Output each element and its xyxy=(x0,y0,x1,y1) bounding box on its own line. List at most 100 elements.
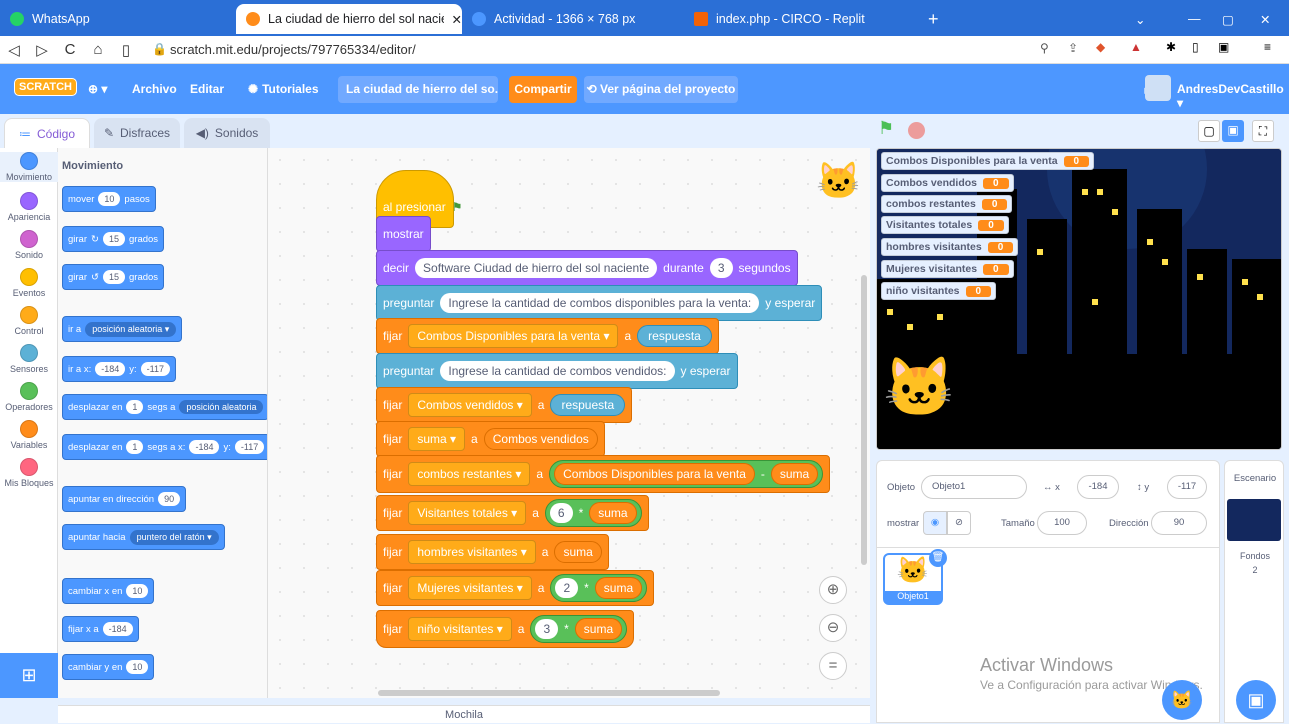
variable-reporter[interactable]: suma xyxy=(594,577,643,599)
zoom-icon[interactable]: ⚲ xyxy=(1040,41,1049,55)
subtract-operator[interactable]: Combos Disponibles para la venta - suma xyxy=(549,460,824,488)
variable-reporter[interactable]: suma xyxy=(554,541,602,563)
x-input[interactable]: -184 xyxy=(1077,475,1119,499)
block-input[interactable]: -184 xyxy=(189,440,220,454)
block-ir-a-xy[interactable]: ir a x: -184 y: -117 xyxy=(62,356,176,382)
tab-whatsapp[interactable]: WhatsApp xyxy=(0,4,236,34)
project-title-input[interactable]: La ciudad de hierro del so... xyxy=(338,76,498,103)
tab-scratch[interactable]: La ciudad de hierro del sol nacien ✕ xyxy=(236,4,462,34)
block-input[interactable]: 1 xyxy=(126,440,144,454)
multiply-operator[interactable]: 6 * suma xyxy=(544,499,642,527)
backpack-bar[interactable]: Mochila xyxy=(58,705,870,723)
zoom-reset-button[interactable]: = xyxy=(819,652,847,680)
menu-editar[interactable]: Editar xyxy=(190,64,224,114)
block-dropdown[interactable]: posición aleatoria xyxy=(179,400,264,414)
close-window-icon[interactable]: ✕ xyxy=(1250,4,1280,34)
minimize-icon[interactable]: — xyxy=(1178,4,1208,34)
avatar[interactable] xyxy=(1145,75,1171,101)
show-eye-icon[interactable]: ◉ xyxy=(923,511,947,535)
block-fijar-combos-disp[interactable]: fijar Combos Disponibles para la venta ▾… xyxy=(376,318,719,354)
category-control[interactable]: Control xyxy=(0,306,58,336)
block-input[interactable]: 15 xyxy=(102,270,125,284)
multiply-operator[interactable]: 2 * suma xyxy=(550,574,648,602)
stop-button[interactable] xyxy=(908,122,925,139)
size-input[interactable]: 100 xyxy=(1037,511,1087,535)
tab-replit[interactable]: index.php - CIRCO - Replit xyxy=(684,4,906,34)
tab-disfraces[interactable]: ✎ Disfraces xyxy=(94,118,180,148)
category-operadores[interactable]: Operadores xyxy=(0,382,58,412)
y-input[interactable]: -117 xyxy=(1167,475,1207,499)
block-mover[interactable]: mover 10 pasos xyxy=(62,186,156,212)
block-input[interactable]: 10 xyxy=(126,584,149,598)
block-dropdown[interactable]: puntero del ratón ▾ xyxy=(129,529,219,545)
small-stage-button[interactable]: ▢ xyxy=(1198,120,1220,142)
bookmark-icon[interactable]: ▯ xyxy=(112,41,140,59)
variable-dropdown[interactable]: suma ▾ xyxy=(408,427,466,451)
add-extension-button[interactable]: ⊞ xyxy=(0,653,58,698)
variable-dropdown[interactable]: niño visitantes ▾ xyxy=(408,617,512,641)
block-input[interactable]: -117 xyxy=(140,362,170,376)
monitor-visitantes-totales[interactable]: Visitantes totales 0 xyxy=(881,216,1009,234)
monitor-hombres-visitantes[interactable]: hombres visitantes 0 xyxy=(881,238,1019,256)
block-cambiar-x[interactable]: cambiar x en 10 xyxy=(62,578,155,604)
brave-rewards-icon[interactable]: ▲ xyxy=(1130,40,1142,54)
category-movimiento[interactable]: Movimiento xyxy=(0,152,58,182)
block-input[interactable]: 3 xyxy=(709,258,733,278)
block-input[interactable]: Software Ciudad de hierro del sol nacien… xyxy=(415,258,658,278)
vertical-scrollbar[interactable] xyxy=(861,275,867,565)
block-desplazar-xy[interactable]: desplazar en 1 segs a x: -184 y: -117 xyxy=(62,434,267,460)
add-sprite-button[interactable]: 🐱 xyxy=(1162,680,1202,720)
variable-dropdown[interactable]: combos restantes ▾ xyxy=(408,462,531,486)
variable-reporter[interactable]: Combos vendidos xyxy=(483,428,598,450)
block-input[interactable]: 3 xyxy=(535,619,559,639)
tab-sonidos[interactable]: ◀) Sonidos xyxy=(184,118,270,148)
category-eventos[interactable]: Eventos xyxy=(0,268,58,298)
menu-icon[interactable]: ≡ xyxy=(1264,40,1271,54)
block-preguntar-1[interactable]: preguntar Ingrese la cantidad de combos … xyxy=(376,285,823,321)
sidebar-icon[interactable]: ▯ xyxy=(1192,40,1199,54)
block-input[interactable]: 2 xyxy=(555,578,579,598)
block-girar-derecha[interactable]: girar ↻ 15 grados xyxy=(62,226,165,252)
variable-reporter[interactable]: suma xyxy=(589,502,637,524)
zoom-out-button[interactable]: ⊖ xyxy=(819,614,847,642)
variable-dropdown[interactable]: Visitantes totales ▾ xyxy=(408,501,527,525)
large-stage-button[interactable]: ▣ xyxy=(1222,120,1244,142)
backdrop-thumbnail[interactable] xyxy=(1227,499,1281,541)
wallet-icon[interactable]: ▣ xyxy=(1218,40,1229,54)
reload-icon[interactable]: C xyxy=(56,41,84,58)
category-variables[interactable]: Variables xyxy=(0,420,58,450)
tab-actividad[interactable]: Actividad - 1366 × 768 px xyxy=(462,4,684,34)
block-fijar-mujeres[interactable]: fijar Mujeres visitantes ▾ a 2 * suma xyxy=(376,570,655,606)
add-backdrop-button[interactable]: ▣ xyxy=(1236,680,1276,720)
variable-dropdown[interactable]: Combos Disponibles para la venta ▾ xyxy=(408,324,619,348)
block-desplazar[interactable]: desplazar en 1 segs a posición aleatoria xyxy=(62,394,267,420)
multiply-operator[interactable]: 3 * suma xyxy=(530,615,628,643)
monitor-combos-disponibles[interactable]: Combos Disponibles para la venta 0 xyxy=(881,152,1095,170)
share-icon[interactable]: ⇪ xyxy=(1068,41,1078,55)
zoom-in-button[interactable]: ⊕ xyxy=(819,576,847,604)
fullscreen-button[interactable]: ⛶ xyxy=(1252,120,1274,142)
brave-shield-icon[interactable]: ◆ xyxy=(1096,40,1105,54)
variable-dropdown[interactable]: Combos vendidos ▾ xyxy=(408,393,532,417)
category-mis-bloques[interactable]: Mis Bloques xyxy=(0,458,58,488)
block-input[interactable]: 10 xyxy=(98,192,121,206)
monitor-mujeres-visitantes[interactable]: Mujeres visitantes 0 xyxy=(881,260,1014,278)
respuesta-reporter[interactable]: respuesta xyxy=(637,325,712,347)
monitor-combos-vendidos[interactable]: Combos vendidos 0 xyxy=(881,174,1014,192)
block-apuntar-hacia[interactable]: apuntar hacia puntero del ratón ▾ xyxy=(62,524,225,550)
block-mostrar[interactable]: mostrar xyxy=(376,216,431,252)
block-fijar-combos-vend[interactable]: fijar Combos vendidos ▾ a respuesta xyxy=(376,387,633,423)
scratch-logo[interactable]: SCRATCH xyxy=(14,78,77,96)
see-project-page-button[interactable]: ⟲ Ver página del proyecto xyxy=(584,76,738,103)
block-input[interactable]: -184 xyxy=(95,362,126,376)
language-globe-icon[interactable]: ⊕ ▾ xyxy=(88,64,107,114)
block-input[interactable]: 6 xyxy=(549,503,573,523)
block-input[interactable]: 90 xyxy=(158,492,181,506)
url-field[interactable]: scratch.mit.edu/projects/797765334/edito… xyxy=(170,42,416,57)
category-sonido[interactable]: Sonido xyxy=(0,230,58,260)
variable-reporter[interactable]: suma xyxy=(770,463,819,485)
menu-archivo[interactable]: Archivo xyxy=(132,64,177,114)
block-input[interactable]: 1 xyxy=(126,400,144,414)
block-input[interactable]: -117 xyxy=(234,440,265,454)
block-fijar-combos-rest[interactable]: fijar combos restantes ▾ a Combos Dispon… xyxy=(376,455,831,493)
